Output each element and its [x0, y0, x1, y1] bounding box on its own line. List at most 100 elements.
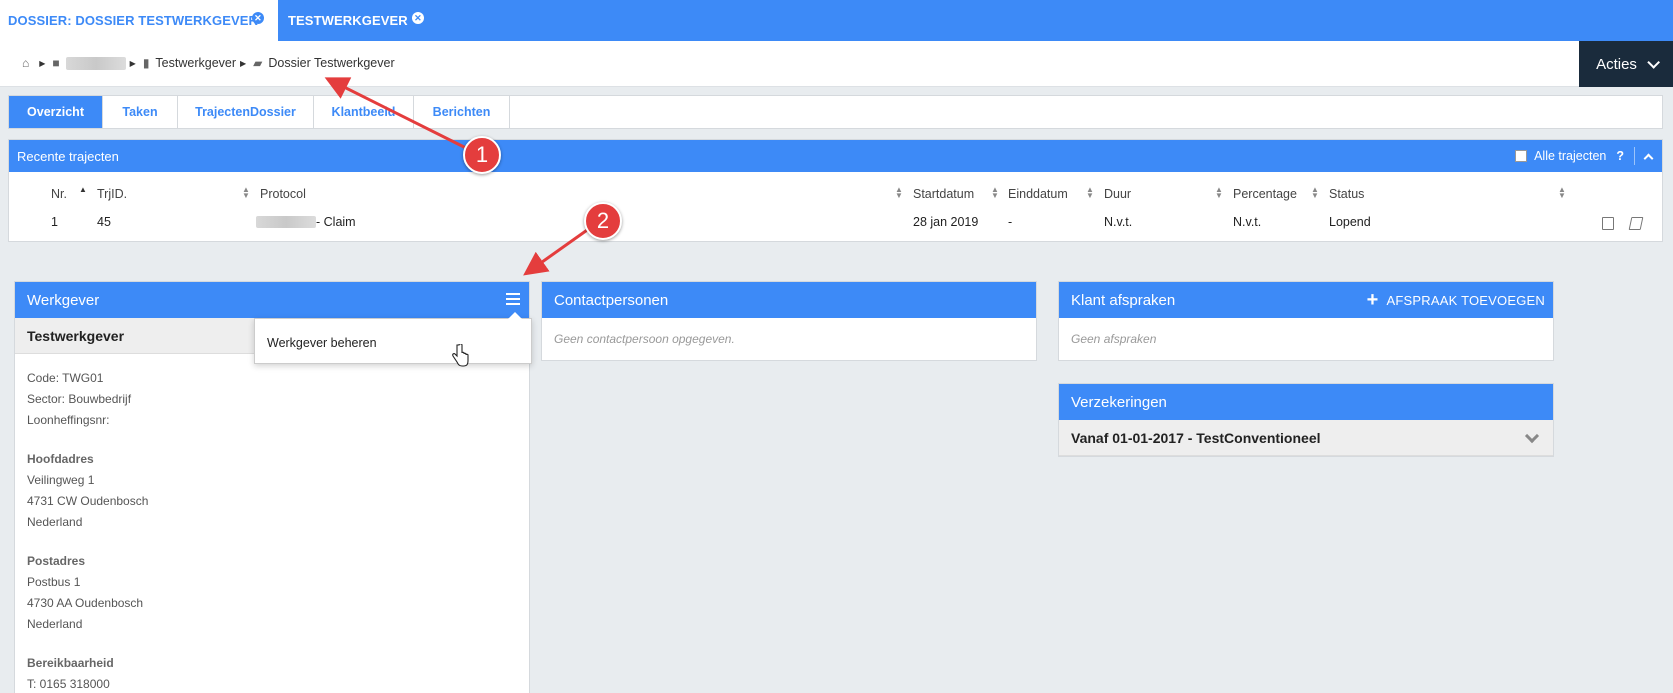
- book-icon[interactable]: [1628, 217, 1644, 230]
- klant-afspraken-empty: Geen afspraken: [1071, 332, 1157, 346]
- postadres-line: 4730 AA Oudenbosch: [27, 596, 144, 610]
- sort-icon[interactable]: ▲ ▼: [1311, 186, 1319, 200]
- cell-trjid: 45: [97, 215, 111, 229]
- recente-trajecten-panel: Recente trajecten Alle trajecten ? Nr. ▲…: [8, 139, 1663, 242]
- werkgever-sector: Sector: Bouwbedrijf: [27, 392, 132, 406]
- afspraak-toevoegen-button[interactable]: + AFSPRAAK TOEVOEGEN: [1367, 282, 1545, 318]
- column-header-protocol[interactable]: Protocol: [260, 187, 306, 201]
- klant-afspraken-header: Klant afspraken + AFSPRAAK TOEVOEGEN: [1059, 282, 1553, 318]
- sort-asc-icon[interactable]: ▲: [79, 186, 87, 194]
- column-header-nr[interactable]: Nr.: [51, 187, 67, 201]
- sort-icon[interactable]: ▲ ▼: [1558, 186, 1566, 200]
- cell-duur: N.v.t.: [1104, 215, 1133, 229]
- hand-cursor-icon: [452, 344, 469, 367]
- verzekeringen-header: Verzekeringen: [1059, 384, 1553, 420]
- breadcrumb-item-dossier[interactable]: Dossier Testwerkgever: [268, 56, 394, 70]
- tab-testwerkgever[interactable]: TESTWERKGEVER ✕: [278, 0, 438, 41]
- klant-afspraken-panel: Klant afspraken + AFSPRAAK TOEVOEGEN Gee…: [1058, 281, 1554, 361]
- cell-percentage: N.v.t.: [1233, 215, 1262, 229]
- verzekeringen-panel: Verzekeringen Vanaf 01-01-2017 - TestCon…: [1058, 383, 1554, 457]
- top-tab-bar: DOSSIER: DOSSIER TESTWERKGEVER ✕ TESTWER…: [0, 0, 1673, 41]
- help-icon[interactable]: ?: [1616, 149, 1624, 163]
- werkgever-title: Werkgever: [27, 291, 100, 309]
- tab-dossier-label: DOSSIER: DOSSIER TESTWERKGEVER: [8, 13, 259, 28]
- postadres-line: Nederland: [27, 617, 83, 631]
- afspraak-toevoegen-label: AFSPRAAK TOEVOEGEN: [1386, 292, 1545, 308]
- sort-icon[interactable]: ▲ ▼: [991, 186, 999, 200]
- bereikbaarheid-label: Bereikbaarheid: [27, 656, 114, 670]
- tab-dossier[interactable]: DOSSIER: DOSSIER TESTWERKGEVER ✕: [0, 0, 278, 41]
- hoofdadres-line: Veilingweg 1: [27, 473, 95, 487]
- cell-einddatum: -: [1008, 215, 1013, 229]
- home-icon[interactable]: ⌂: [22, 56, 29, 70]
- postadres-line: Postbus 1: [27, 575, 81, 589]
- contactpersonen-header: Contactpersonen: [542, 282, 1036, 318]
- tab-klantbeeld[interactable]: Klantbeeld: [314, 96, 414, 128]
- breadcrumb: ⌂ ▶ ■ ▶ ▮ Testwerkgever ▶ ▰ Dossier Test…: [22, 56, 395, 70]
- tab-testwerkgever-label: TESTWERKGEVER: [288, 13, 408, 28]
- close-icon[interactable]: ✕: [412, 12, 424, 24]
- protocol-redacted: [256, 216, 316, 228]
- werkgever-info: Code: TWG01 Sector: Bouwbedrijf Loonheff…: [15, 354, 529, 693]
- cell-nr: 1: [51, 215, 58, 229]
- contactpersonen-panel: Contactpersonen Geen contactpersoon opge…: [541, 281, 1037, 361]
- klant-afspraken-title: Klant afspraken: [1071, 291, 1176, 309]
- alle-trajecten-checkbox[interactable]: [1515, 150, 1528, 162]
- column-header-percentage[interactable]: Percentage: [1233, 187, 1297, 201]
- breadcrumb-item-werkgever[interactable]: Testwerkgever: [155, 56, 236, 70]
- chevron-right-icon: ▶: [39, 58, 46, 68]
- alle-trajecten-label: Alle trajecten: [1534, 149, 1607, 163]
- werkgever-code: Code: TWG01: [27, 371, 104, 385]
- protocol-text: - Claim: [316, 215, 356, 229]
- annotation-badge-1: 1: [463, 136, 501, 174]
- verzekering-item[interactable]: Vanaf 01-01-2017 - TestConventioneel: [1059, 420, 1553, 456]
- sort-icon[interactable]: ▲ ▼: [1215, 186, 1223, 200]
- breadcrumb-bar: ⌂ ▶ ■ ▶ ▮ Testwerkgever ▶ ▰ Dossier Test…: [0, 41, 1673, 87]
- annotation-badge-2: 2: [584, 202, 622, 240]
- sort-icon[interactable]: ▲ ▼: [242, 186, 250, 200]
- column-header-einddatum[interactable]: Einddatum: [1008, 187, 1068, 201]
- tab-berichten[interactable]: Berichten: [414, 96, 510, 128]
- tab-overzicht[interactable]: Overzicht: [9, 96, 103, 128]
- chevron-right-icon: ▶: [129, 58, 136, 68]
- cell-startdatum: 28 jan 2019: [913, 215, 979, 229]
- close-icon[interactable]: ✕: [252, 12, 264, 24]
- hoofdadres-label: Hoofdadres: [27, 452, 94, 466]
- folder-icon: ■: [52, 56, 60, 70]
- sort-icon[interactable]: ▲ ▼: [1086, 186, 1094, 200]
- recente-trajecten-header: Recente trajecten Alle trajecten ?: [9, 140, 1662, 172]
- chevron-down-icon: [1647, 55, 1660, 69]
- acties-button[interactable]: Acties: [1579, 41, 1673, 87]
- column-header-startdatum[interactable]: Startdatum: [913, 187, 974, 201]
- book-icon: ▰: [253, 56, 263, 70]
- contactpersonen-empty: Geen contactpersoon opgegeven.: [554, 332, 735, 346]
- column-header-trjid[interactable]: TrjID.: [97, 187, 127, 201]
- menu-icon[interactable]: [506, 293, 520, 305]
- acties-label: Acties: [1596, 55, 1637, 73]
- copy-icon[interactable]: [1602, 217, 1614, 230]
- hoofdadres-line: Nederland: [27, 515, 83, 529]
- cell-protocol[interactable]: - Claim: [256, 215, 356, 229]
- divider: [1634, 147, 1635, 165]
- column-header-status[interactable]: Status: [1329, 187, 1364, 201]
- postadres-label: Postadres: [27, 554, 86, 568]
- tab-taken[interactable]: Taken: [103, 96, 178, 128]
- sort-icon[interactable]: ▲ ▼: [895, 186, 903, 200]
- verzekering-item-label: Vanaf 01-01-2017 - TestConventioneel: [1071, 429, 1321, 446]
- breadcrumb-redacted[interactable]: [65, 56, 126, 70]
- plus-icon: +: [1366, 289, 1379, 311]
- column-header-duur[interactable]: Duur: [1104, 187, 1131, 201]
- tab-trajectendossier[interactable]: TrajectenDossier: [178, 96, 314, 128]
- werkgever-menu-item-beheren[interactable]: Werkgever beheren: [254, 312, 532, 364]
- building-icon: ▮: [142, 56, 150, 70]
- collapse-icon[interactable]: [1643, 153, 1654, 163]
- chevron-right-icon: ▶: [240, 58, 247, 68]
- werkgever-header: Werkgever: [15, 282, 529, 318]
- cell-status: Lopend: [1329, 215, 1371, 229]
- sub-tab-bar: Overzicht Taken TrajectenDossier Klantbe…: [8, 95, 1663, 129]
- werkgever-loonheffingsnr: Loonheffingsnr:: [27, 413, 110, 427]
- werkgever-phone: T: 0165 318000: [27, 677, 110, 691]
- recente-trajecten-title: Recente trajecten: [17, 148, 119, 164]
- hoofdadres-line: 4731 CW Oudenbosch: [27, 494, 149, 508]
- chevron-down-icon[interactable]: [1524, 428, 1540, 444]
